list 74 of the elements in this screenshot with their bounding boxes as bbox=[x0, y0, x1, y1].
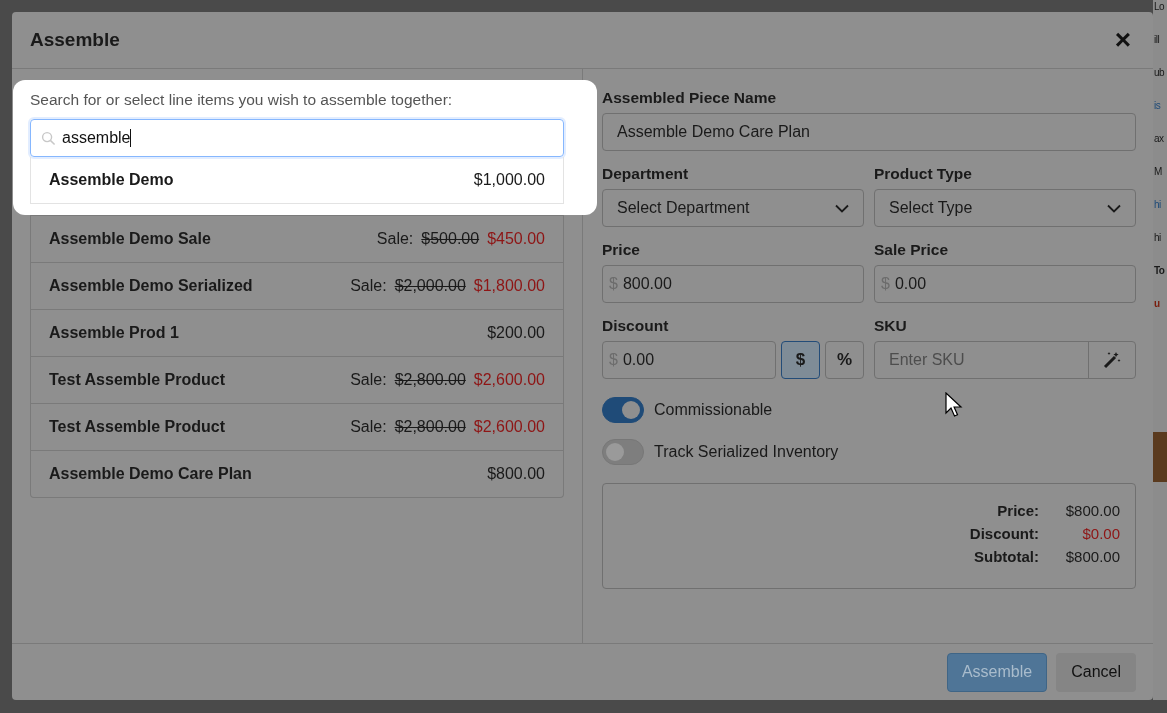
sale-label: Sale: bbox=[350, 371, 387, 389]
result-item[interactable]: Assemble Demo Care Plan $800.00 bbox=[30, 451, 564, 498]
discount-field[interactable]: $ 0.00 bbox=[602, 341, 776, 379]
item-price: $1,000.00 bbox=[473, 171, 545, 189]
search-prompt: Search for or select line items you wish to assemble together: bbox=[30, 91, 454, 109]
sale-price: $2,600.00 bbox=[473, 418, 545, 436]
result-item[interactable]: Assemble Demo Sale Sale: $500.00 $450.00 bbox=[30, 216, 564, 263]
sale-price-field[interactable]: $ 0.00 bbox=[874, 265, 1136, 303]
close-button[interactable]: × bbox=[1110, 26, 1135, 54]
background-text: Lo bbox=[1154, 2, 1166, 12]
field-label: Sale Price bbox=[874, 241, 950, 259]
item-name: Assemble Prod 1 bbox=[49, 324, 179, 342]
summary-label: Price: bbox=[996, 502, 1039, 519]
summary-value: $800.00 bbox=[1064, 502, 1120, 519]
summary-label: Subtotal: bbox=[973, 548, 1039, 565]
field-label: Discount bbox=[602, 317, 670, 335]
result-item[interactable]: Test Assemble Product Sale: $2,800.00 $2,600.00 bbox=[30, 357, 564, 404]
pointer-icon bbox=[945, 392, 963, 418]
sale-price: $450.00 bbox=[487, 230, 545, 248]
background-text: To bbox=[1154, 266, 1166, 276]
original-price: $2,000.00 bbox=[394, 277, 466, 295]
background-text: M bbox=[1154, 167, 1163, 177]
field-label: SKU bbox=[874, 317, 908, 335]
field-label: Department bbox=[602, 165, 690, 183]
summary-value: $0.00 bbox=[1081, 525, 1120, 542]
result-item[interactable]: Assemble Demo Serialized Sale: $2,000.00 $1,800.00 bbox=[30, 263, 564, 310]
chevron-icon bbox=[835, 203, 849, 213]
magic-wand-icon bbox=[1103, 351, 1121, 369]
item-price: $800.00 bbox=[487, 465, 545, 483]
toggle-switch[interactable] bbox=[602, 397, 644, 423]
dialog-title: Assemble bbox=[30, 29, 120, 51]
background-text: ax bbox=[1154, 134, 1165, 144]
summary-label: Discount: bbox=[969, 525, 1039, 542]
chevron-icon bbox=[1107, 203, 1121, 213]
item-name: Assemble Demo Sale bbox=[49, 230, 211, 248]
item-name: Assemble Demo Care Plan bbox=[49, 465, 252, 483]
field-label: Product Type bbox=[874, 165, 973, 183]
background-text: ub bbox=[1154, 68, 1166, 78]
background-text: is bbox=[1154, 101, 1162, 111]
background-text: ill bbox=[1154, 35, 1161, 45]
result-item[interactable]: Assemble Prod 1 $200.00 bbox=[30, 310, 564, 357]
original-price: $2,800.00 bbox=[394, 418, 466, 436]
field-label: Price bbox=[602, 241, 641, 259]
sale-label: Sale: bbox=[376, 230, 414, 248]
discount-mode-button[interactable]: $ bbox=[781, 341, 820, 379]
field-label: Assembled Piece Name bbox=[602, 89, 778, 107]
cancel-button[interactable]: Cancel bbox=[1056, 652, 1136, 692]
sale-label: Sale: bbox=[350, 418, 387, 436]
item-price: $200.00 bbox=[487, 324, 545, 342]
price-field[interactable]: $ 800.00 bbox=[602, 265, 864, 303]
discount-mode-button[interactable]: % bbox=[825, 341, 864, 379]
department-dropdown[interactable]: Select Department bbox=[602, 189, 864, 227]
original-price: $2,800.00 bbox=[394, 371, 466, 389]
toggle-label: Track Serialized Inventory bbox=[654, 443, 839, 461]
item-name: Assemble Demo bbox=[49, 171, 174, 189]
summary-value: $800.00 bbox=[1064, 548, 1120, 565]
sale-price: $2,600.00 bbox=[473, 371, 545, 389]
background-text: u bbox=[1154, 299, 1161, 309]
sale-price: $1,800.00 bbox=[473, 277, 545, 295]
type-dropdown[interactable]: Select Type bbox=[874, 189, 1136, 227]
toggle-switch[interactable] bbox=[602, 439, 644, 465]
background-text: hi bbox=[1154, 233, 1162, 243]
item-name: Test Assemble Product bbox=[49, 418, 226, 436]
item-name: Assemble Demo Serialized bbox=[49, 277, 253, 295]
background-text: hi bbox=[1154, 200, 1162, 210]
toggle-label: Commissionable bbox=[654, 401, 773, 419]
result-item[interactable]: Test Assemble Product Sale: $2,800.00 $2,600.00 bbox=[30, 404, 564, 451]
item-name: Test Assemble Product bbox=[49, 371, 226, 389]
result-item[interactable]: Assemble Demo $1,000.00 bbox=[30, 157, 564, 204]
name-field[interactable]: Assemble Demo Care Plan bbox=[602, 113, 1136, 151]
search-icon bbox=[41, 130, 56, 146]
original-price: $500.00 bbox=[421, 230, 480, 248]
sale-label: Sale: bbox=[350, 277, 387, 295]
search-field[interactable]: assemble bbox=[30, 119, 564, 157]
